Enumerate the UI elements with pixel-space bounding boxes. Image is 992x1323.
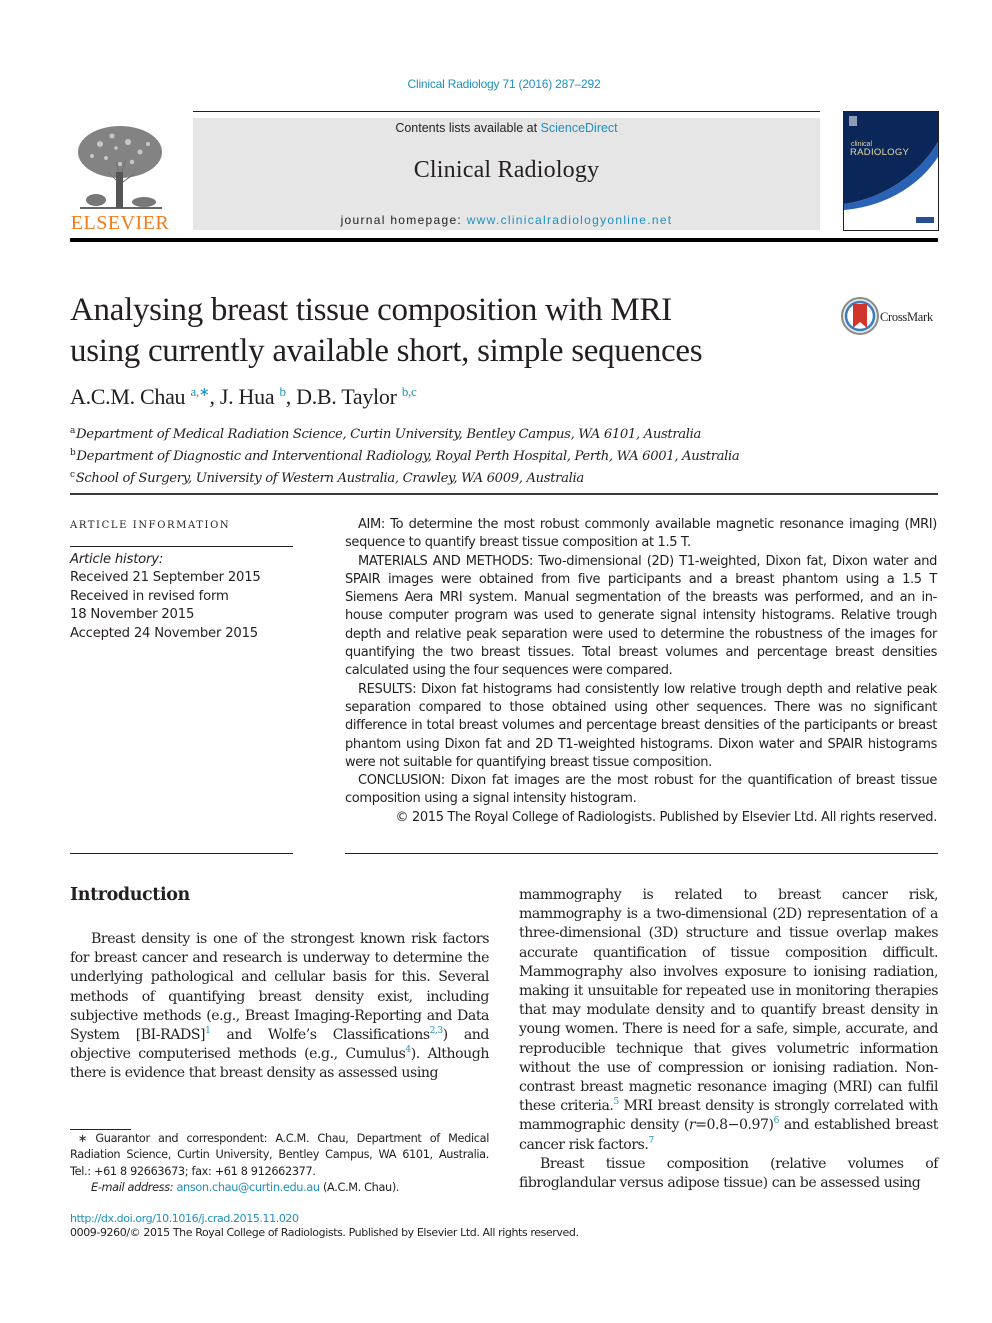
- text-run: and Wolfe’s Classifications: [210, 1027, 431, 1044]
- journal-cover-thumbnail[interactable]: clinical RADIOLOGY: [843, 111, 939, 231]
- history-entry: Received in revised form: [70, 588, 229, 604]
- article-history-label: Article history:: [70, 552, 164, 567]
- article-title: Analysing breast tissue composition with…: [70, 290, 830, 372]
- article-info-bottom-rule: [70, 853, 293, 854]
- author-separator: ,: [285, 384, 297, 409]
- cover-art-icon: [844, 112, 938, 230]
- footnote-email: E-mail address: anson.chau@curtin.edu.au…: [70, 1180, 489, 1196]
- affiliations: aDepartment of Medical Radiation Science…: [70, 422, 740, 488]
- paragraph: mammography is related to breast cancer …: [519, 886, 938, 1155]
- affiliation: bDepartment of Diagnostic and Interventi…: [70, 444, 740, 466]
- abstract: AIM: To determine the most robust common…: [345, 516, 937, 827]
- affiliation-text: Department of Diagnostic and Interventio…: [76, 449, 740, 464]
- author-name[interactable]: D.B. Taylor: [296, 384, 397, 409]
- abstract-results: RESULTS: Dixon fat histograms had consis…: [345, 681, 937, 770]
- paragraph: Breast density is one of the strongest k…: [70, 930, 489, 1084]
- footnote: ∗ Guarantor and correspondent: A.C.M. Ch…: [70, 1131, 489, 1196]
- journal-name: Clinical Radiology: [413, 157, 600, 183]
- article-title-line-1: Analysing breast tissue composition with…: [70, 292, 672, 328]
- journal-citation-link[interactable]: Clinical Radiology 71 (2016) 287–292: [408, 77, 601, 91]
- homepage-line: journal homepage: www.clinicalradiologyo…: [193, 213, 820, 227]
- history-entry: 18 November 2015: [70, 607, 195, 623]
- contents-prefix: Contents lists available at: [395, 121, 541, 135]
- abstract-copyright: © 2015 The Royal College of Radiologists…: [395, 809, 938, 825]
- email-label: E-mail address:: [91, 1180, 174, 1194]
- header-thick-rule: [70, 238, 938, 242]
- footnote-correspondence: ∗ Guarantor and correspondent: A.C.M. Ch…: [70, 1132, 489, 1178]
- elsevier-tree-icon: [78, 126, 162, 209]
- section-rule: [70, 493, 938, 495]
- article-title-line-2: using currently available short, simple …: [70, 333, 703, 369]
- reference-link[interactable]: 2,3: [430, 1026, 443, 1036]
- issn-copyright: 0009-9260/© 2015 The Royal College of Ra…: [70, 1226, 579, 1239]
- introduction-heading: Introduction: [70, 885, 190, 905]
- affiliation-text: School of Surgery, University of Western…: [75, 471, 585, 486]
- article-info-rule: [70, 546, 293, 547]
- elsevier-wordmark: ELSEVIER: [70, 212, 170, 234]
- body-column-right: mammography is related to breast cancer …: [519, 886, 938, 1193]
- text-run: =0.8−0.97): [695, 1117, 774, 1134]
- abstract-conclusion: CONCLUSION: Dixon fat images are the mos…: [345, 773, 937, 807]
- sciencedirect-link[interactable]: ScienceDirect: [541, 121, 618, 135]
- body-column-left: Breast density is one of the strongest k…: [70, 930, 489, 1084]
- doi-link[interactable]: http://dx.doi.org/10.1016/j.crad.2015.11…: [70, 1212, 299, 1225]
- affiliation-text: Department of Medical Radiation Science,…: [76, 427, 702, 442]
- author-name[interactable]: A.C.M. Chau: [70, 384, 186, 409]
- affiliation-key: c: [70, 470, 75, 480]
- reference-link[interactable]: 7: [648, 1136, 654, 1146]
- author-separator: ,: [209, 384, 220, 409]
- affiliation: cSchool of Surgery, University of Wester…: [70, 466, 739, 488]
- history-entry: Received 21 September 2015: [70, 570, 261, 586]
- affiliation: aDepartment of Medical Radiation Science…: [70, 422, 739, 444]
- email-link[interactable]: anson.chau@curtin.edu.au: [176, 1181, 320, 1194]
- header-rule: [193, 111, 820, 112]
- abstract-aim: AIM: To determine the most robust common…: [345, 517, 937, 551]
- history-entry: Accepted 24 November 2015: [70, 625, 258, 641]
- footnote-rule: [70, 1129, 131, 1130]
- journal-citation[interactable]: Clinical Radiology 71 (2016) 287–292: [0, 77, 992, 91]
- crossmark-icon[interactable]: [840, 296, 880, 336]
- text-run: mammography is related to breast cancer …: [519, 887, 938, 1115]
- contents-line: Contents lists available at ScienceDirec…: [193, 121, 820, 135]
- author[interactable]: J. Hua b,: [220, 384, 296, 409]
- author-affil-sup[interactable]: b,c: [402, 384, 417, 399]
- affiliation-key: a: [70, 426, 76, 436]
- author-name[interactable]: J. Hua: [220, 384, 275, 409]
- author-affil-sup[interactable]: a,∗: [190, 384, 209, 399]
- homepage-prefix: journal homepage:: [340, 213, 467, 227]
- homepage-link[interactable]: www.clinicalradiologyonline.net: [467, 213, 673, 227]
- article-history: Article history: Received 21 September 2…: [70, 551, 261, 643]
- author[interactable]: D.B. Taylor b,c: [296, 384, 417, 409]
- abstract-bottom-rule: [345, 853, 938, 854]
- crossmark-label[interactable]: CrossMark: [880, 310, 933, 325]
- author[interactable]: A.C.M. Chau a,∗,: [70, 384, 220, 409]
- affiliation-key: b: [70, 448, 76, 458]
- author-list: A.C.M. Chau a,∗, J. Hua b, D.B. Taylor b…: [70, 384, 417, 410]
- cover-title: RADIOLOGY: [850, 147, 910, 158]
- abstract-methods: MATERIALS AND METHODS: Two-dimensional (…: [345, 553, 937, 679]
- article-info-heading: ARTICLE INFORMATION: [70, 520, 231, 531]
- email-suffix: (A.C.M. Chau).: [319, 1180, 400, 1194]
- paragraph: Breast tissue composition (relative volu…: [519, 1155, 938, 1192]
